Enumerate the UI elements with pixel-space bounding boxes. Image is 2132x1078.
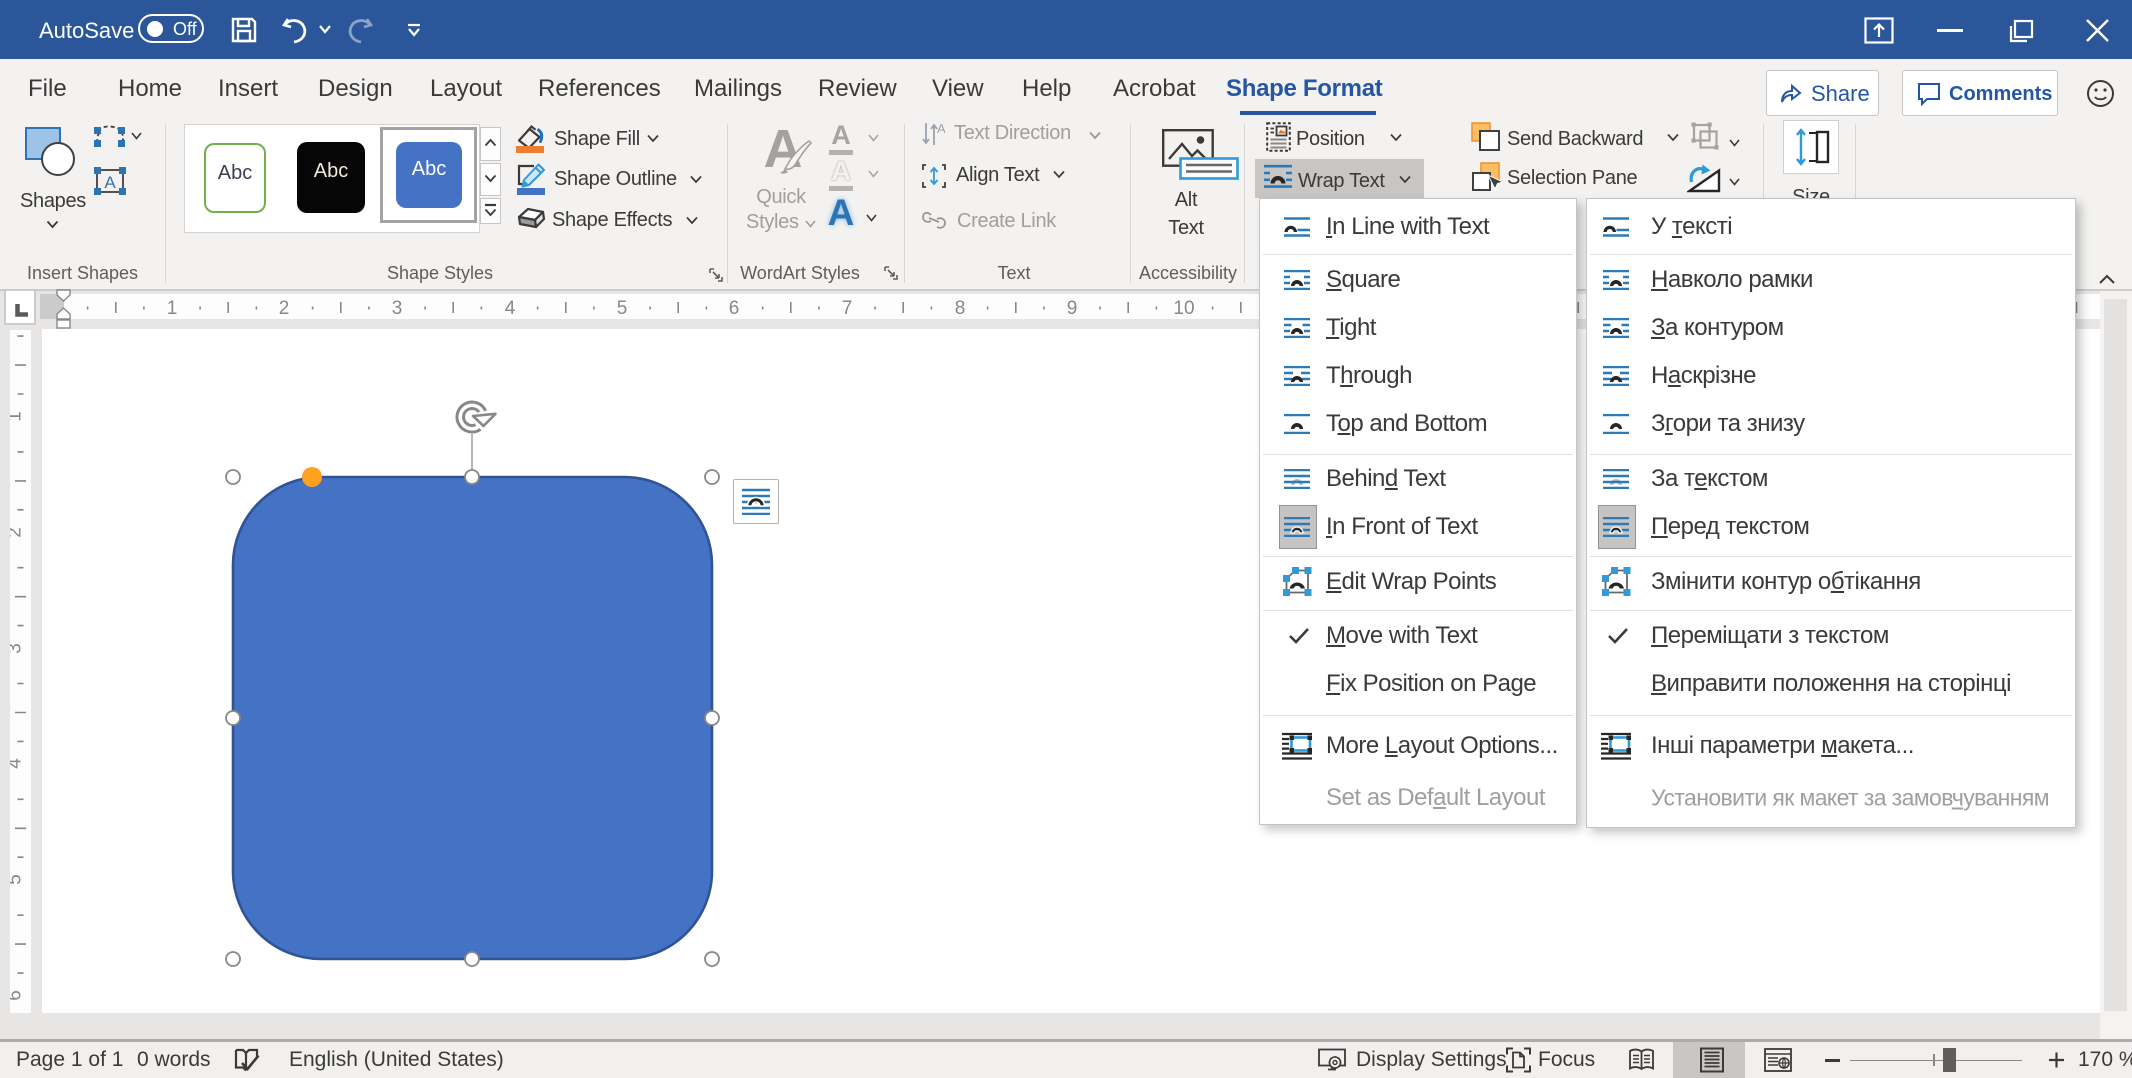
svg-text:10: 10 xyxy=(1173,298,1194,319)
svg-text:9: 9 xyxy=(1067,298,1078,319)
svg-text:8: 8 xyxy=(955,298,966,319)
svg-text:3: 3 xyxy=(392,298,403,319)
svg-text:A: A xyxy=(104,173,116,192)
svg-text:4: 4 xyxy=(505,298,516,319)
svg-text:2: 2 xyxy=(279,298,290,319)
svg-text:6: 6 xyxy=(729,298,740,319)
svg-text:6: 6 xyxy=(10,990,26,1001)
svg-text:A: A xyxy=(937,121,945,136)
svg-text:4: 4 xyxy=(10,758,26,769)
svg-text:1: 1 xyxy=(167,298,178,319)
svg-text:5: 5 xyxy=(10,874,26,885)
svg-text:5: 5 xyxy=(617,298,628,319)
svg-text:1: 1 xyxy=(10,411,26,422)
svg-text:7: 7 xyxy=(842,298,853,319)
svg-text:3: 3 xyxy=(10,643,26,654)
svg-text:2: 2 xyxy=(10,527,26,538)
